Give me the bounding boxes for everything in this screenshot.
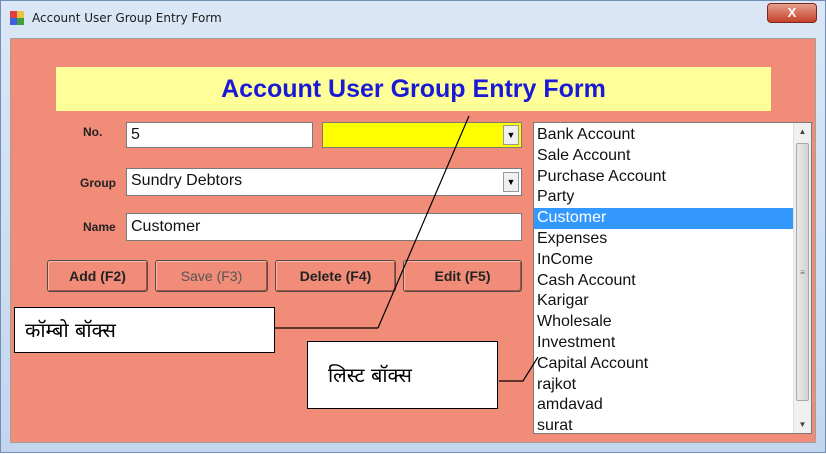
title-bar[interactable]: Account User Group Entry Form X — [1, 1, 825, 37]
list-item[interactable]: Sale Account — [534, 146, 794, 167]
name-field[interactable]: Customer — [126, 213, 522, 241]
scroll-up-icon[interactable]: ▲ — [794, 123, 811, 140]
delete-button[interactable]: Delete (F4) — [275, 260, 396, 292]
yellow-combo-box[interactable]: ▼ — [322, 122, 522, 148]
window-title: Account User Group Entry Form — [32, 11, 222, 25]
list-item[interactable]: amdavad — [534, 395, 794, 416]
name-label: Name — [83, 220, 116, 234]
add-button[interactable]: Add (F2) — [47, 260, 148, 292]
list-item[interactable]: Expenses — [534, 229, 794, 250]
close-icon: X — [787, 5, 797, 20]
edit-button[interactable]: Edit (F5) — [403, 260, 522, 292]
list-item[interactable]: rajkot — [534, 375, 794, 396]
close-button[interactable]: X — [767, 3, 817, 23]
scroll-down-icon[interactable]: ▼ — [794, 416, 811, 433]
list-item[interactable]: Wholesale — [534, 312, 794, 333]
account-list-box[interactable]: Bank Account Sale Account Purchase Account… — [533, 122, 812, 434]
form-heading-band: Account User Group Entry Form — [56, 67, 771, 111]
list-item[interactable]: Cash Account — [534, 271, 794, 292]
list-item[interactable]: InCome — [534, 250, 794, 271]
chevron-down-icon[interactable]: ▼ — [503, 125, 519, 145]
list-item[interactable]: Bank Account — [534, 125, 794, 146]
list-item[interactable]: Capital Account — [534, 354, 794, 375]
list-scrollbar[interactable]: ▲ ≡ ▼ — [793, 123, 811, 433]
no-field[interactable]: 5 — [126, 122, 313, 148]
list-item[interactable]: Purchase Account — [534, 167, 794, 188]
list-item[interactable]: surat — [534, 416, 794, 437]
form-heading: Account User Group Entry Form — [221, 75, 606, 103]
list-box-callout: लिस्ट बॉक्स — [307, 341, 498, 409]
no-label: No. — [83, 125, 103, 139]
group-label: Group — [80, 176, 116, 190]
list-item[interactable]: Investment — [534, 333, 794, 354]
app-icon — [10, 11, 24, 25]
combo-box-callout: कॉम्बो बॉक्स — [14, 307, 275, 353]
list-item[interactable]: Party — [534, 187, 794, 208]
chevron-down-icon[interactable]: ▼ — [503, 172, 519, 192]
list-item[interactable]: Karigar — [534, 291, 794, 312]
app-window: Account User Group Entry Form X Account … — [0, 0, 826, 453]
list-item[interactable]: Customer — [534, 208, 794, 229]
save-button[interactable]: Save (F3) — [155, 260, 268, 292]
group-combo-box[interactable]: Sundry Debtors ▼ — [126, 168, 522, 196]
scroll-thumb[interactable]: ≡ — [796, 143, 809, 401]
account-list-items: Bank Account Sale Account Purchase Account… — [534, 125, 794, 437]
group-combo-value: Sundry Debtors — [131, 172, 243, 189]
